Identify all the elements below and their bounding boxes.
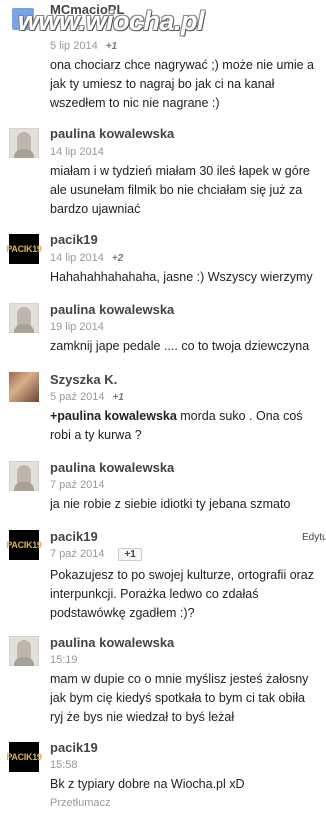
comment-author[interactable]: Szyszka K. (50, 372, 117, 387)
edit-link[interactable]: Edytu (302, 532, 326, 543)
plus-count: +2 (111, 253, 124, 264)
avatar[interactable] (9, 461, 39, 491)
comment-text: Bk z typiary dobre na Wiocha.pl xD (50, 775, 326, 794)
avatar[interactable]: PACIK19 (6, 530, 42, 560)
text-line: miałam i w tydzień miałam 30 ileś łapek … (50, 164, 310, 178)
text-line: Bk z typiary dobre na Wiocha.pl xD (50, 777, 245, 791)
comment-author[interactable]: pacik19 (50, 232, 98, 247)
plus-count: +1 (105, 41, 118, 52)
comment-date[interactable]: 15:19 (50, 654, 78, 666)
comment-text: ja nie robie z siebie idiotki ty jebana … (50, 495, 326, 514)
date-text[interactable]: 7 paź 2014 (50, 479, 104, 491)
comment-date[interactable]: 14 lip 2014 (50, 146, 104, 158)
comment-author[interactable]: paulina kowalewska (50, 302, 174, 317)
comment-date[interactable]: 14 lip 2014 +2 (50, 252, 123, 264)
comment-date[interactable]: 7 paź 2014 +1 (50, 548, 142, 561)
comment-author[interactable]: paulina kowalewska (50, 126, 174, 141)
text-line: podstawówkę zgadłem :)? (50, 606, 195, 620)
text-line: ale usunełam filmik bo nie chciałam się … (50, 183, 303, 197)
comment-text: +paulina kowalewska morda suko . Ona coś… (50, 407, 326, 445)
comment-text: ona chociarz chce nagrywać ;) może nie u… (50, 56, 326, 113)
translate-link[interactable]: Przetłumacz (50, 797, 111, 809)
text-line: wszedłem to nic nie nagrane :) (50, 96, 220, 110)
text-line: ryj że bys nie wiedzał to byś leżał (50, 710, 235, 724)
avatar[interactable]: PACIK19 (6, 742, 42, 772)
watermark: www.wiocha.pl (18, 6, 205, 36)
plus-one-button[interactable]: +1 (118, 548, 142, 561)
avatar[interactable]: PACIK19 (6, 234, 42, 264)
text-line: Pokazujesz to po swojej kulturze, ortogr… (50, 568, 315, 582)
avatar[interactable] (9, 636, 39, 666)
date-text[interactable]: 14 lip 2014 (50, 252, 104, 264)
avatar[interactable] (9, 372, 39, 402)
comment-author[interactable]: paulina kowalewska (50, 460, 174, 475)
comment-author[interactable]: pacik19 (50, 529, 98, 544)
text-line: zamknij jape pedale .... co to twoja dzi… (50, 339, 310, 353)
text-line: jak bym cię kiedyś spotkała to bym ci ta… (50, 691, 305, 705)
comment-text: zamknij jape pedale .... co to twoja dzi… (50, 337, 326, 356)
avatar[interactable] (9, 303, 39, 333)
comment-author[interactable]: pacik19 (50, 740, 98, 755)
date-text[interactable]: 5 paź 2014 (50, 391, 104, 403)
text-line: ona chociarz chce nagrywać ;) może nie u… (50, 58, 315, 72)
plus-count: +1 (112, 392, 124, 403)
comment-text: Pokazujesz to po swojej kulturze, ortogr… (50, 566, 326, 623)
text-line: robi a ty kurwa ? (50, 428, 142, 442)
mention-link[interactable]: +paulina kowalewska (50, 409, 177, 423)
text-line: jak ty umiesz to nagraj bo jak ci na kan… (50, 77, 275, 91)
comment-date[interactable]: 7 paź 2014 (50, 479, 104, 491)
date-text[interactable]: 14 lip 2014 (50, 146, 104, 158)
date-text[interactable]: 7 paź 2014 (50, 548, 104, 560)
date-text[interactable]: 5 lip 2014 (50, 40, 98, 52)
comment-date[interactable]: 5 paź 2014 +1 (50, 391, 124, 403)
text-line: ja nie robie z siebie idiotki ty jebana … (50, 497, 291, 511)
comment-text: mam w dupie co o mnie myślisz jesteś żał… (50, 670, 326, 727)
text-line: +paulina kowalewska morda suko . Ona coś (50, 407, 326, 426)
avatar[interactable] (9, 128, 39, 158)
date-text[interactable]: 15:58 (50, 759, 78, 771)
comment-date[interactable]: 19 lip 2014 (50, 321, 104, 333)
text-span: morda suko . Ona coś (176, 409, 303, 423)
comment-date[interactable]: 15:58 (50, 759, 78, 771)
date-text[interactable]: 15:19 (50, 654, 78, 666)
date-text[interactable]: 19 lip 2014 (50, 321, 104, 333)
text-line: interpunkcji. Porażka ledwo co zdałaś (50, 587, 259, 601)
comment-text: Hahahahhahahaha, jasne :) Wszyscy wierzy… (50, 268, 326, 287)
comment-text: miałam i w tydzień miałam 30 ileś łapek … (50, 162, 326, 219)
text-line: mam w dupie co o mnie myślisz jesteś żał… (50, 672, 309, 686)
text-line: bardzo ujawniać (50, 202, 141, 216)
comment-date[interactable]: 5 lip 2014 +1 (50, 40, 117, 52)
comment-author[interactable]: paulina kowalewska (50, 635, 174, 650)
text-line: Hahahahhahahaha, jasne :) Wszyscy wierzy… (50, 270, 313, 284)
